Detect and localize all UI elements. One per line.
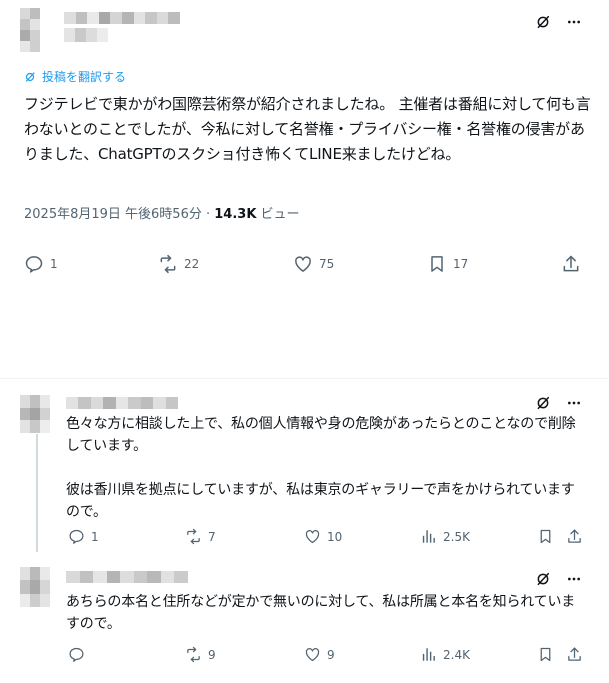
reply-action-bar: 9 9 2.4K [0, 646, 609, 664]
share-button[interactable] [561, 254, 581, 274]
avatar[interactable] [20, 8, 40, 52]
reply-count: 1 [91, 529, 99, 544]
like-count: 9 [327, 647, 335, 662]
reply-2: あちらの本名と住所などが定かで無いのに対して、私は所属と本名を知られていますので… [0, 557, 609, 683]
like-button[interactable]: 9 [304, 646, 335, 663]
bookmark-button[interactable] [537, 528, 554, 545]
bookmark-button[interactable]: 17 [427, 254, 468, 274]
like-icon [293, 254, 313, 274]
repost-button[interactable]: 9 [185, 646, 216, 663]
share-icon [566, 528, 583, 545]
main-post: 投稿を翻訳する フジテレビで東かがわ国際芸術祭が紹介されましたね。 主催者は番組… [0, 0, 609, 378]
share-button[interactable] [566, 528, 583, 545]
reply-action-bar: 1 7 10 2.5K [0, 528, 609, 546]
like-icon [304, 528, 321, 545]
like-icon [304, 646, 321, 663]
more-icon[interactable] [565, 571, 583, 587]
reply-button[interactable]: 1 [68, 528, 99, 545]
author-handle-censored[interactable] [64, 28, 108, 42]
reply-icon [24, 254, 44, 274]
views-count: 2.5K [443, 529, 470, 544]
reply-button[interactable]: 1 [24, 254, 58, 274]
repost-icon [158, 254, 178, 274]
views-count: 14.3K [214, 207, 257, 222]
repost-button[interactable]: 7 [185, 528, 216, 545]
reply-text: 色々な方に相談した上で、私の個人情報や身の危険があったらとのことなので削除してい… [66, 416, 576, 520]
post-action-bar: 1 22 75 17 [0, 254, 609, 276]
reply-author-censored[interactable] [66, 397, 178, 409]
like-button[interactable]: 75 [293, 254, 334, 274]
post-timestamp[interactable]: 2025年8月19日 午後6時56分 [24, 207, 202, 222]
repost-count: 22 [184, 257, 200, 271]
grok-icon[interactable] [535, 14, 551, 30]
share-icon [566, 646, 583, 663]
translate-label: 投稿を翻訳する [42, 70, 127, 84]
reply-1: 色々な方に相談した上で、私の個人情報や身の危険があったらとのことなので削除してい… [0, 385, 609, 557]
views-icon [420, 646, 437, 663]
repost-count: 7 [208, 529, 216, 544]
meta-separator: · [201, 207, 215, 222]
reply-button[interactable] [68, 646, 91, 663]
share-button[interactable] [566, 646, 583, 663]
bookmark-button[interactable] [537, 646, 554, 663]
post-meta: 2025年8月19日 午後6時56分 · 14.3K ビュー [24, 203, 300, 222]
reply-icon [68, 646, 85, 663]
repost-count: 9 [208, 647, 216, 662]
reply-icon [68, 528, 85, 545]
views-button[interactable]: 2.4K [420, 646, 470, 663]
more-icon[interactable] [565, 395, 583, 411]
views-count: 2.4K [443, 647, 470, 662]
author-name-censored[interactable] [64, 12, 180, 24]
reply-text: あちらの本名と住所などが定かで無いのに対して、私は所属と本名を知られていますので… [66, 594, 576, 632]
reply-count: 1 [50, 257, 58, 271]
repost-icon [185, 528, 202, 545]
like-count: 10 [327, 529, 343, 544]
reply-header-icons [535, 395, 583, 411]
share-icon [561, 254, 581, 274]
reply-avatar[interactable] [20, 395, 50, 433]
reply-avatar[interactable] [20, 567, 50, 607]
views-icon [420, 528, 437, 545]
like-button[interactable]: 10 [304, 528, 342, 545]
reply-header-icons [535, 571, 583, 587]
views-label: ビュー [256, 207, 300, 222]
post-header-icons [535, 14, 583, 30]
grok-icon[interactable] [535, 571, 551, 587]
repost-button[interactable]: 22 [158, 254, 199, 274]
repost-icon [185, 646, 202, 663]
post-text: フジテレビで東かがわ国際芸術祭が紹介されましたね。 主催者は番組に対して何も言わ… [24, 95, 591, 163]
bookmark-icon [537, 646, 554, 663]
translate-icon [24, 71, 36, 83]
bookmark-count: 17 [453, 257, 469, 271]
divider [0, 378, 609, 379]
more-icon[interactable] [565, 14, 583, 30]
views-button[interactable]: 2.5K [420, 528, 470, 545]
bookmark-icon [427, 254, 447, 274]
grok-icon[interactable] [535, 395, 551, 411]
bookmark-icon [537, 528, 554, 545]
like-count: 75 [319, 257, 335, 271]
translate-post-link[interactable]: 投稿を翻訳する [24, 68, 126, 85]
reply-author-censored[interactable] [66, 571, 188, 583]
